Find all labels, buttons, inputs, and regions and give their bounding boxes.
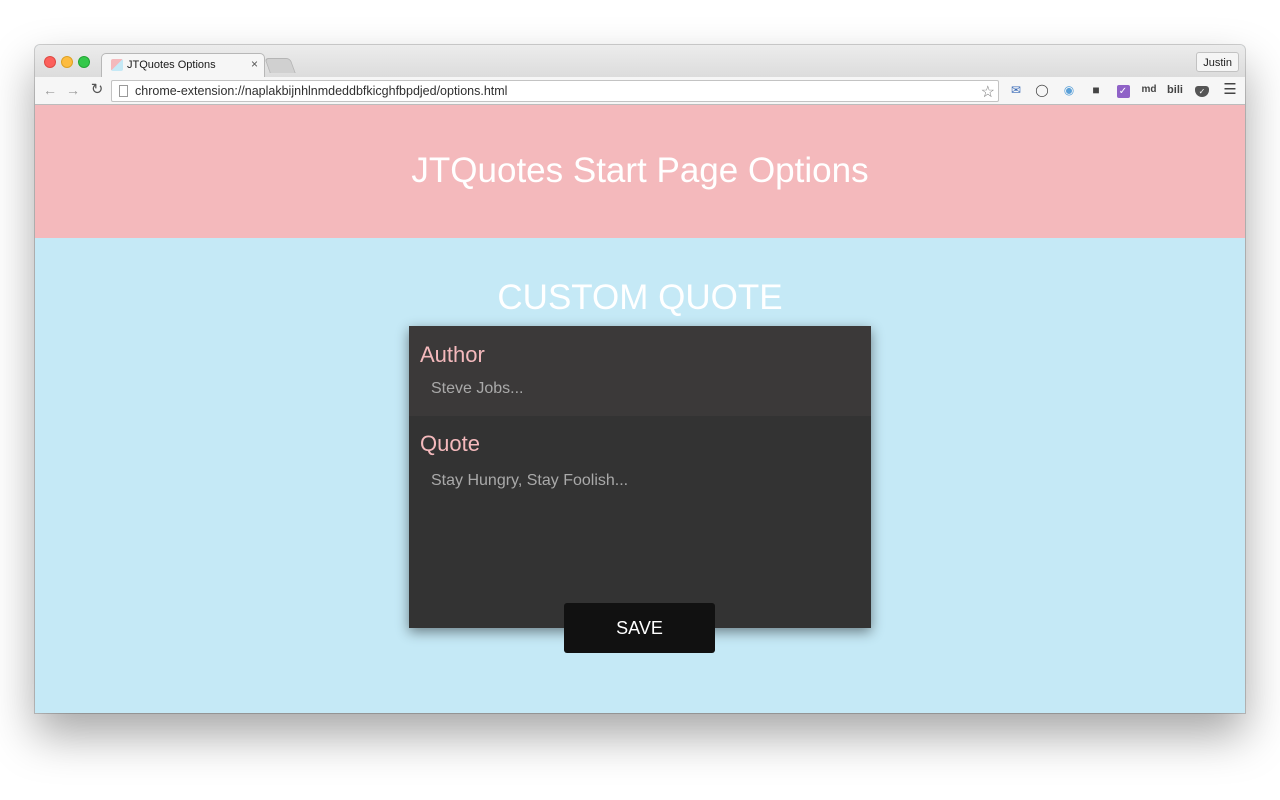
- browser-window: JTQuotes Options × Justin ← → ↻ chrome-e…: [35, 45, 1245, 713]
- bili-extension-button[interactable]: bili: [1166, 81, 1184, 99]
- md-extension-button[interactable]: md: [1140, 81, 1158, 99]
- window-close-button[interactable]: [44, 56, 56, 68]
- section-title: CUSTOM QUOTE: [497, 278, 783, 317]
- url-text[interactable]: chrome-extension://naplakbijnhlnmdeddbfk…: [135, 84, 507, 98]
- back-arrow-icon[interactable]: ←: [42, 82, 58, 98]
- window-minimize-button[interactable]: [61, 56, 73, 68]
- checklist-icon[interactable]: ✓: [1114, 81, 1132, 99]
- camera-icon[interactable]: ◉: [1060, 81, 1078, 99]
- tab-favicon-icon: [111, 59, 123, 71]
- save-button[interactable]: SAVE: [564, 603, 715, 653]
- menu-icon[interactable]: ☰: [1221, 81, 1239, 99]
- page-header: JTQuotes Start Page Options: [35, 105, 1245, 238]
- quote-input[interactable]: [409, 466, 871, 596]
- tab-title: JTQuotes Options: [127, 59, 216, 71]
- window-maximize-button[interactable]: [78, 56, 90, 68]
- page-icon: [119, 85, 128, 97]
- address-bar[interactable]: chrome-extension://naplakbijnhlnmdeddbfk…: [111, 80, 999, 102]
- author-input[interactable]: [409, 372, 871, 406]
- profile-button[interactable]: Justin: [1196, 52, 1239, 72]
- mail-icon[interactable]: ✉: [1007, 81, 1025, 99]
- tab-close-icon[interactable]: ×: [251, 57, 258, 71]
- new-tab-button[interactable]: [264, 58, 296, 73]
- title-bar: JTQuotes Options × Justin: [35, 45, 1245, 77]
- tab-jtquotes-options[interactable]: JTQuotes Options ×: [101, 53, 265, 77]
- forward-arrow-icon[interactable]: →: [65, 82, 81, 98]
- evernote-icon[interactable]: ■: [1087, 81, 1105, 99]
- pocket-icon[interactable]: ✓: [1193, 81, 1211, 99]
- bookmark-star-icon[interactable]: ☆: [981, 82, 995, 102]
- quote-label: Quote: [420, 431, 480, 456]
- author-label: Author: [420, 342, 485, 367]
- page-title: JTQuotes Start Page Options: [411, 151, 869, 190]
- reload-icon[interactable]: ↻: [89, 82, 105, 98]
- custom-quote-form: Author Quote: [409, 326, 871, 628]
- author-field-group: Author: [409, 326, 871, 416]
- browser-toolbar: ← → ↻ chrome-extension://naplakbijnhlnmd…: [35, 77, 1245, 105]
- opera-icon[interactable]: ◯: [1033, 81, 1051, 99]
